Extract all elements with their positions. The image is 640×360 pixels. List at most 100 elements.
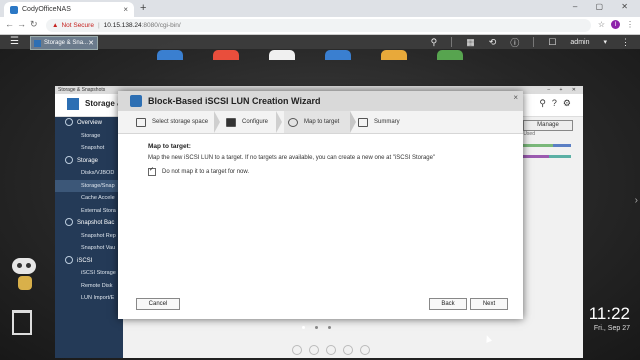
sidebar-item-disks[interactable]: Disks/VJBOD [55,167,123,180]
sidebar-item-snapshot[interactable]: Snapshot [55,142,123,155]
task-close-icon[interactable]: ✕ [88,39,94,47]
sidebar-item-cache[interactable]: Cache Accele [55,192,123,205]
user-icon[interactable]: ☐ [548,37,556,48]
search-icon[interactable] [309,345,319,355]
close-icon[interactable]: × [513,93,518,102]
main-menu-icon[interactable]: ☰ [10,36,19,47]
profile-avatar[interactable]: I [611,20,620,29]
external-device-icon[interactable]: ⟲ [489,37,497,48]
url-path: :8080/cgi-bin/ [141,22,181,29]
reload-icon[interactable]: ↻ [30,19,38,30]
desktop-clock: 11:22 [588,304,630,323]
step-summary: Summary [358,111,418,133]
storage-sidebar: Overview Storage Snapshot Storage Disks/… [55,117,123,358]
sidebar-group-iscsi[interactable]: iSCSI [55,255,123,268]
usage-bar-fill [553,144,571,147]
back-button[interactable]: Back [429,298,467,310]
page-dot[interactable] [315,326,318,329]
sidebar-item-snapshot-replica[interactable]: Snapshot Rep [55,230,123,243]
sidebar-item-label: External Stora [81,207,116,214]
qts-toolbar-right: ⚲ ▦ ⟲ ⓘ ☐ admin ▾ ⋮ [431,35,640,49]
dock-app-icon[interactable] [437,50,463,60]
sidebar-item-storage-snapshots[interactable]: Storage/Snap [55,179,123,192]
info-icon[interactable]: ⓘ [510,36,519,49]
sidebar-group-storage[interactable]: Storage [55,155,123,168]
step-configure: Configure [226,111,278,133]
browser-menu-icon[interactable]: ⋮ [626,20,634,29]
manage-button[interactable]: Manage [523,120,573,131]
close-tab-icon[interactable]: × [123,5,128,14]
zoom-icon[interactable] [326,345,336,355]
snapshot-backup-icon [65,218,73,227]
storage-header-icons: ⚲ ? ⚙ [539,98,571,109]
user-menu-caret-icon[interactable]: ▾ [603,38,607,46]
dock-app-icon[interactable] [213,50,239,60]
back-arrow-icon[interactable]: ← [5,19,14,29]
qts-taskbar: ☰ Storage & Sna... ✕ ⚲ ▦ ⟲ ⓘ ☐ admin ▾ ⋮ [0,35,640,50]
storage-icon [65,155,73,164]
sidebar-item-external-storage[interactable]: External Stora [55,205,123,218]
more-options-icon[interactable]: ⋮ [621,37,630,48]
sidebar-item-label: Cache Accele [81,195,115,201]
dock-app-icon[interactable] [157,50,183,60]
browser-actions: ☆ I ⋮ [598,20,634,29]
address-bar[interactable]: ▲ Not Secure | 10.15.138.24 :8080/cgi-bi… [46,19,591,32]
sidebar-item-label: Snapshot Bac [77,220,115,226]
wizard-step-bar: Select storage space Configure Map to ta… [118,111,523,134]
step-separator [350,111,356,133]
sidebar-item-iscsi-storage[interactable]: iSCSI Storage [55,267,123,280]
qts-desktop: ☰ Storage & Sna... ✕ ⚲ ▦ ⟲ ⓘ ☐ admin ▾ ⋮ [0,35,640,360]
view-icon[interactable] [343,345,353,355]
sidebar-item-lun-import-export[interactable]: LUN Import/E [55,292,123,305]
chevron-right-icon[interactable]: › [635,195,638,206]
dashboard-icon[interactable] [292,345,302,355]
sidebar-item-label: iSCSI Storage [81,270,116,276]
do-not-map-option[interactable]: Do not map it to a target for now. [148,166,508,176]
not-secure-label: Not Secure [61,22,94,29]
sidebar-item-remote-disk[interactable]: Remote Disk [55,280,123,293]
map-to-target-heading: Map to target: [148,143,191,150]
desktop-app-dock [140,50,480,64]
admin-user-menu[interactable]: admin [570,39,589,46]
window-controls[interactable]: – + ✕ [547,86,580,94]
iscsi-lun-wizard-dialog: Block-Based iSCSI LUN Creation Wizard × … [118,91,523,319]
sidebar-group-snapshot-backup[interactable]: Snapshot Bac [55,217,123,230]
storage-window-titlebar-text: Storage & Snapshots [58,87,106,93]
new-tab-button[interactable]: + [140,2,146,14]
search-icon[interactable]: ⚲ [431,37,438,48]
do-not-map-checkbox[interactable] [148,166,156,176]
star-icon[interactable]: ☆ [598,20,605,29]
page-dot[interactable] [328,326,331,329]
qboost-robot-icon[interactable] [12,258,38,292]
used-column-header: Used [523,131,535,137]
search-icon[interactable]: ⚲ [539,98,546,109]
taskbar-storage-snapshots[interactable]: Storage & Sna... ✕ [30,36,98,50]
forward-arrow-icon[interactable]: → [17,19,26,29]
next-button[interactable]: Next [470,298,508,310]
help-icon[interactable]: ? [552,98,557,109]
background-tasks-icon[interactable]: ▦ [466,37,475,48]
desktop-page-dots[interactable] [302,326,331,329]
sidebar-item-snapshot-vault[interactable]: Snapshot Vau [55,242,123,255]
sidebar-item-label: Storage [77,157,99,164]
sidebar-item-storage[interactable]: Storage [55,130,123,143]
sidebar-group-overview[interactable]: Overview [55,117,123,130]
sidebar-item-label: Snapshot Rep [81,232,116,239]
step-label: Configure [242,119,269,125]
browser-tab[interactable]: CodyOfficeNAS × [4,2,134,17]
sidebar-item-label: Storage [81,132,101,139]
map-to-target-description: Map the new iSCSI LUN to a target. If no… [148,155,436,161]
settings-gear-icon[interactable]: ⚙ [563,98,571,109]
cancel-button[interactable]: Cancel [136,298,180,310]
dock-app-icon[interactable] [325,50,351,60]
step-label: Map to target [304,119,340,125]
monitor-icon[interactable] [360,345,370,355]
recycle-bin-icon[interactable] [12,310,32,335]
sidebar-item-label: Storage/Snap [81,182,115,189]
dock-app-icon[interactable] [381,50,407,60]
dock-app-icon[interactable] [269,50,295,60]
window-controls[interactable]: – ▢ ✕ [573,2,636,11]
storage-app-icon [130,95,142,107]
robot-eye [26,263,31,268]
page-dot[interactable] [302,326,305,329]
